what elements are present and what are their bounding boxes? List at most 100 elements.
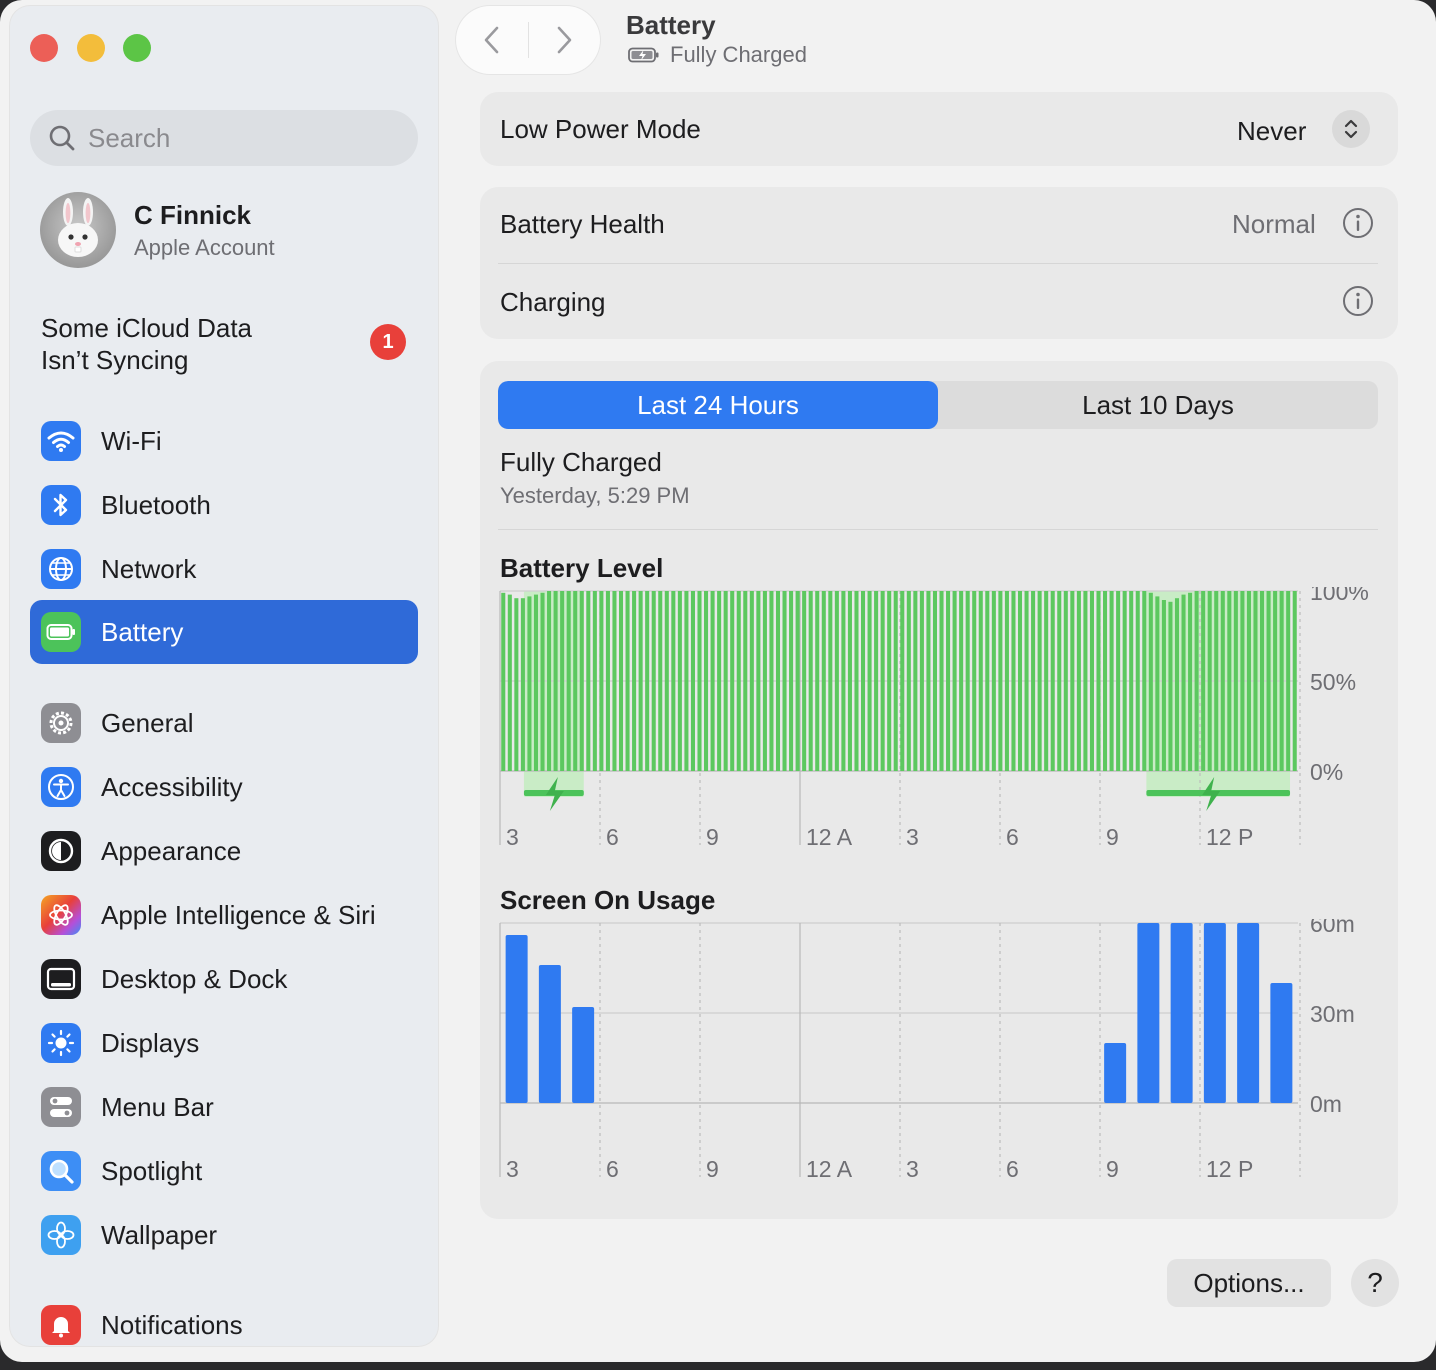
sidebar-item-wallpaper[interactable]: Wallpaper <box>30 1204 418 1266</box>
options-button[interactable]: Options... <box>1167 1259 1331 1307</box>
screen-on-usage-chart: 60m30m0m36912 A36912 PAug 11Aug 12 <box>499 919 1355 1182</box>
sidebar-item-label: Bluetooth <box>101 489 211 520</box>
menu-bar-icon <box>41 1087 81 1127</box>
battery-level-bar <box>1004 591 1009 771</box>
battery-level-bar <box>618 591 624 771</box>
battery-level-bar <box>1142 591 1147 771</box>
battery-level-bar <box>736 591 741 771</box>
sidebar-item-network[interactable]: Network <box>30 538 418 600</box>
battery-level-bar <box>1266 591 1271 771</box>
battery-level-bar <box>1031 591 1036 771</box>
search-field[interactable]: Search <box>30 110 418 166</box>
magnifier-icon <box>41 1151 81 1191</box>
battery-level-bar <box>1096 591 1101 771</box>
screen-on-usage-bar <box>1203 923 1226 1103</box>
back-button[interactable] <box>456 6 528 74</box>
low-power-mode-popup[interactable] <box>1332 110 1370 148</box>
battery-level-bar <box>1076 591 1081 771</box>
charging-info-icon[interactable] <box>1342 285 1374 317</box>
tab-last-24-hours[interactable]: Last 24 Hours <box>498 381 938 429</box>
battery-level-bar <box>723 591 728 771</box>
battery-level-bar <box>1259 591 1265 771</box>
battery-level-bar <box>919 591 924 771</box>
battery-level-bar <box>749 591 754 771</box>
battery-level-bar <box>775 591 781 771</box>
battery-level-bar <box>1089 591 1094 771</box>
battery-level-bar <box>815 591 820 771</box>
battery-level-bar <box>638 591 643 771</box>
apple-account[interactable]: C Finnick Apple Account <box>40 192 275 268</box>
battery-level-bar <box>1044 591 1049 771</box>
sidebar-item-desktop-dock[interactable]: Desktop & Dock <box>30 948 418 1010</box>
screen-on-usage-bar <box>1270 983 1293 1103</box>
battery-level-bar <box>893 591 898 771</box>
battery-level-bar <box>1279 591 1284 771</box>
sidebar-item-label: Desktop & Dock <box>101 963 288 994</box>
sidebar-item-appearance[interactable]: Appearance <box>30 820 418 882</box>
sidebar-item-wifi[interactable]: Wi-Fi <box>30 410 418 472</box>
screen-on-usage-bar <box>572 1007 595 1103</box>
battery-level-bar <box>743 591 748 771</box>
battery-level-bar <box>507 594 512 771</box>
battery-level-bar <box>867 591 872 771</box>
battery-level-bar <box>704 591 709 771</box>
sidebar-item-spotlight[interactable]: Spotlight <box>30 1140 418 1202</box>
battery-level-bar <box>1116 591 1121 771</box>
battery-level-bar <box>697 591 702 771</box>
battery-level-bar <box>1168 601 1173 771</box>
settings-window: Search C Finnick Apple Account Some iClo… <box>0 0 1436 1362</box>
battery-level-bar <box>900 591 905 771</box>
low-power-mode-value[interactable]: Never <box>1237 116 1306 147</box>
battery-level-bar <box>756 591 761 771</box>
battery-level-bar <box>932 591 938 771</box>
battery-level-bar <box>1109 591 1114 771</box>
close-window-button[interactable] <box>30 34 58 62</box>
battery-level-bar <box>926 591 931 771</box>
battery-level-bar <box>959 591 964 771</box>
battery-level-bar <box>1017 591 1023 771</box>
sidebar-item-label: Appearance <box>101 835 242 866</box>
x-tick-label: 3 <box>906 824 919 850</box>
bell-icon <box>41 1305 81 1345</box>
battery-level-bar <box>991 591 996 771</box>
sidebar-item-bluetooth[interactable]: Bluetooth <box>30 474 418 536</box>
sidebar-item-displays[interactable]: Displays <box>30 1012 418 1074</box>
sidebar-item-menu-bar[interactable]: Menu Bar <box>30 1076 418 1138</box>
tab-last-10-days[interactable]: Last 10 Days <box>938 381 1378 429</box>
charging-label: Charging <box>500 287 606 317</box>
battery-level-bar <box>1220 591 1225 771</box>
icloud-warning[interactable]: Some iCloud Data Isn’t Syncing <box>41 312 381 376</box>
battery-level-bar <box>887 591 892 771</box>
minimize-window-button[interactable] <box>77 34 105 62</box>
battery-level-bar <box>874 591 879 771</box>
battery-level-bar <box>1181 594 1186 771</box>
battery-level-bar <box>547 591 552 771</box>
battery-level-bar <box>854 591 859 771</box>
dock-icon <box>41 959 81 999</box>
sidebar-item-accessibility[interactable]: Accessibility <box>30 756 418 818</box>
forward-button[interactable] <box>528 6 600 74</box>
info-icon[interactable] <box>1342 207 1374 239</box>
sidebar-item-notifications[interactable]: Notifications <box>30 1294 418 1346</box>
sidebar-item-general[interactable]: General <box>30 692 418 754</box>
battery-level-bar <box>1129 591 1134 771</box>
time-range-segmented-control[interactable]: Last 24 Hours Last 10 Days <box>498 381 1378 429</box>
battery-level-bar <box>730 591 735 771</box>
battery-level-bar <box>1037 591 1042 771</box>
zoom-window-button[interactable] <box>123 34 151 62</box>
battery-level-bar <box>978 591 983 771</box>
battery-level-bar <box>795 591 800 771</box>
battery-level-bar <box>841 591 846 771</box>
sidebar-item-label: Wi-Fi <box>101 425 162 456</box>
x-tick-label: 6 <box>606 824 619 850</box>
sidebar-item-siri[interactable]: Apple Intelligence & Siri <box>30 884 418 946</box>
battery-level-bar <box>527 596 532 771</box>
battery-charging-icon <box>628 47 659 63</box>
sidebar-item-battery[interactable]: Battery <box>30 600 418 664</box>
battery-level-bar <box>1233 591 1238 771</box>
battery-level-bar <box>671 591 676 771</box>
help-button[interactable]: ? <box>1351 1259 1399 1307</box>
battery-level-bar <box>1194 591 1199 771</box>
chevron-updown-icon <box>1344 119 1358 139</box>
x-tick-label: 6 <box>1006 1156 1019 1182</box>
